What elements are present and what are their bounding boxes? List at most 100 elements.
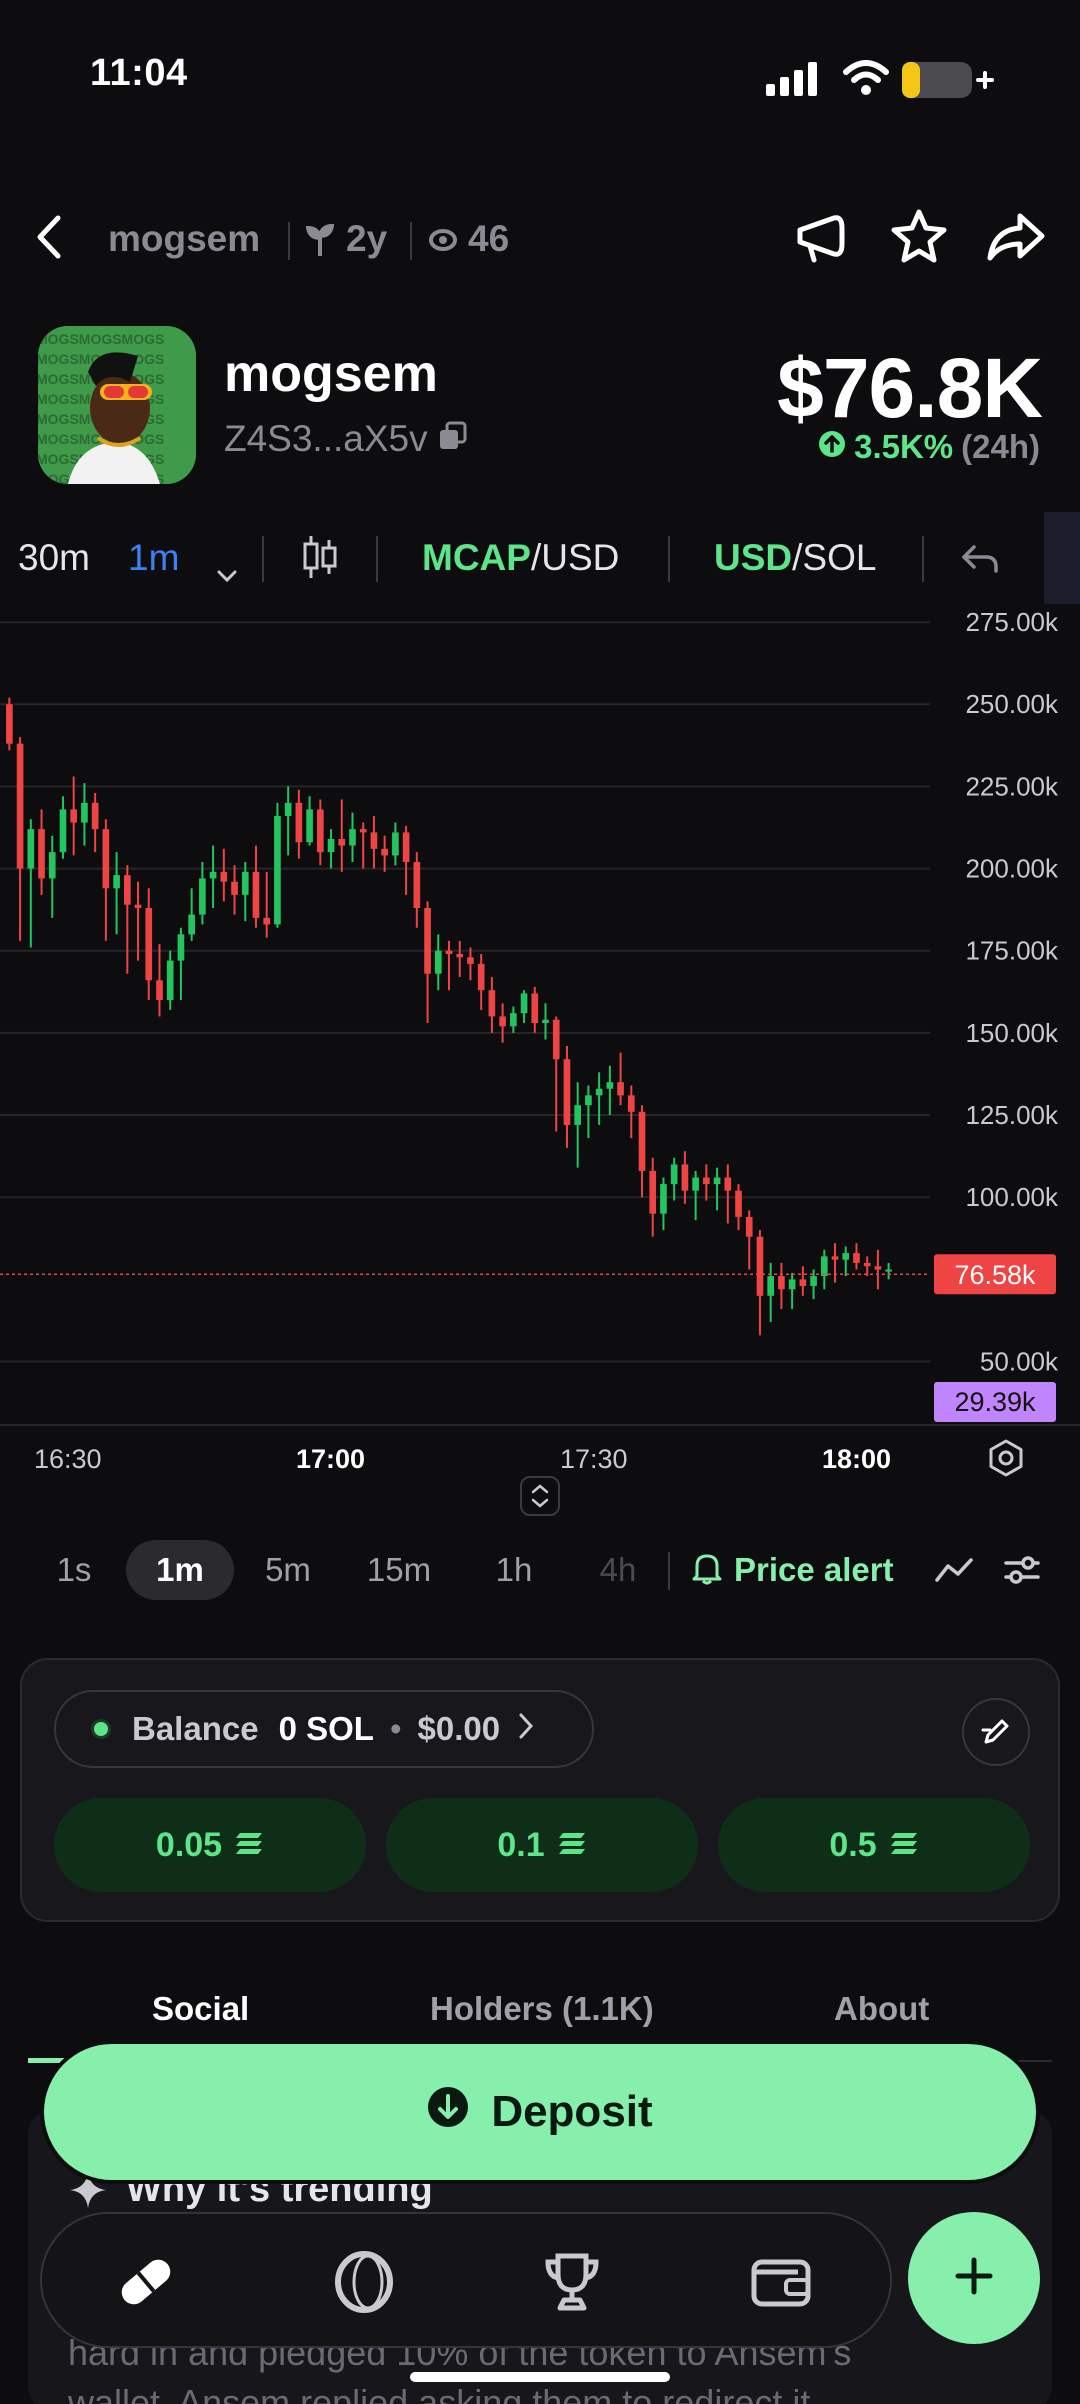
svg-text:MOGSMOGSMOGS: MOGSMOGSMOGS bbox=[38, 331, 164, 347]
viewer-count: 46 bbox=[468, 218, 510, 259]
candle-body bbox=[778, 1276, 785, 1290]
interval-selector[interactable]: 1m bbox=[128, 537, 179, 579]
edit-presets-button[interactable] bbox=[962, 1698, 1030, 1766]
interval-1s[interactable]: 1s bbox=[44, 1540, 104, 1600]
candle-body bbox=[745, 1216, 753, 1237]
interval-1m[interactable]: 1m bbox=[126, 1540, 234, 1600]
back-button[interactable] bbox=[30, 212, 70, 262]
tab-about[interactable]: About bbox=[834, 1990, 929, 2028]
candle-body bbox=[113, 875, 120, 889]
balance-pill[interactable]: Balance 0 SOL • $0.00 bbox=[54, 1690, 594, 1768]
bell-icon bbox=[692, 1551, 722, 1590]
interval-divider bbox=[668, 1552, 670, 1590]
sprout-icon bbox=[305, 222, 335, 261]
candle bbox=[574, 1082, 581, 1168]
create-button[interactable] bbox=[908, 2212, 1040, 2344]
candle bbox=[799, 1266, 807, 1296]
wallet-icon[interactable] bbox=[750, 2254, 812, 2315]
y-tick: 250.00k bbox=[965, 689, 1059, 719]
candle bbox=[306, 796, 313, 846]
pill-icon[interactable] bbox=[116, 2252, 176, 2317]
toolbar-divider bbox=[376, 536, 378, 582]
y-tick: 125.00k bbox=[965, 1100, 1059, 1130]
candle bbox=[842, 1246, 850, 1277]
buy-preset-button[interactable]: 0.05 bbox=[54, 1798, 366, 1892]
candle bbox=[670, 1157, 678, 1201]
candle-body bbox=[627, 1095, 635, 1112]
interval-15m[interactable]: 15m bbox=[358, 1540, 440, 1600]
candle-body bbox=[499, 1016, 506, 1027]
interval-row: 1s 1m 5m 15m 1h 4h Price alert bbox=[0, 1540, 1080, 1600]
candle bbox=[756, 1230, 764, 1336]
x-tick: 16:30 bbox=[34, 1444, 102, 1474]
interval-5m[interactable]: 5m bbox=[256, 1540, 320, 1600]
tab-holders[interactable]: Holders (1.1K) bbox=[430, 1990, 654, 2028]
candle bbox=[123, 865, 131, 974]
status-dot bbox=[94, 1722, 108, 1736]
candle-body bbox=[467, 957, 474, 964]
candle bbox=[627, 1085, 635, 1139]
candle bbox=[263, 871, 271, 938]
share-icon[interactable] bbox=[986, 212, 1046, 267]
candle bbox=[424, 901, 431, 1024]
buy-amount: 0.1 bbox=[497, 1825, 545, 1864]
balance-sol: 0 SOL bbox=[278, 1710, 374, 1747]
toolbar-divider bbox=[668, 536, 670, 582]
token-address[interactable]: Z4S3...aX5v bbox=[224, 418, 468, 460]
deposit-button[interactable]: Deposit bbox=[44, 2044, 1036, 2180]
mcap-usd-toggle[interactable]: MCAP/USD bbox=[422, 537, 619, 579]
candle-body bbox=[542, 1019, 549, 1024]
candle bbox=[59, 796, 67, 859]
candlestick-icon[interactable] bbox=[302, 532, 338, 591]
buy-preset-button[interactable]: 0.5 bbox=[718, 1798, 1030, 1892]
chart-settings-icon[interactable] bbox=[986, 1438, 1026, 1483]
token-name: mogsem bbox=[224, 345, 438, 403]
candle bbox=[91, 792, 99, 853]
undo-icon[interactable] bbox=[960, 542, 1000, 584]
candle bbox=[477, 954, 485, 1010]
tab-social[interactable]: Social bbox=[152, 1990, 249, 2028]
token-address-text: Z4S3...aX5v bbox=[224, 418, 428, 459]
candle-body bbox=[209, 871, 217, 879]
expand-chart-handle[interactable] bbox=[520, 1476, 560, 1516]
candle bbox=[874, 1249, 882, 1290]
candle-body bbox=[660, 1184, 667, 1214]
interval-4h[interactable]: 4h bbox=[588, 1540, 648, 1600]
candle bbox=[134, 881, 142, 961]
trophy-icon[interactable] bbox=[540, 2250, 604, 2319]
candle-body bbox=[306, 809, 313, 843]
buy-preset-button[interactable]: 0.1 bbox=[386, 1798, 698, 1892]
price-alert-button[interactable]: Price alert bbox=[692, 1540, 894, 1600]
y-tick: 150.00k bbox=[965, 1018, 1059, 1048]
sliders-icon[interactable] bbox=[1004, 1554, 1040, 1591]
candle bbox=[188, 888, 195, 941]
change-percent: 3.5K% bbox=[854, 428, 954, 465]
candle bbox=[27, 819, 35, 948]
candle-body bbox=[713, 1177, 721, 1185]
range-selector[interactable]: 30m bbox=[18, 537, 90, 579]
copy-icon[interactable] bbox=[438, 418, 468, 460]
usd-sol-toggle[interactable]: USD/SOL bbox=[714, 537, 876, 579]
candle bbox=[156, 944, 163, 1017]
candle bbox=[660, 1177, 667, 1231]
current-price-label: 76.58k bbox=[954, 1260, 1036, 1290]
candle-body bbox=[456, 954, 464, 958]
candle-body bbox=[359, 829, 367, 833]
candle bbox=[778, 1262, 785, 1309]
chevron-down-icon[interactable] bbox=[216, 550, 238, 592]
candle bbox=[563, 1046, 571, 1148]
sol-label: /SOL bbox=[792, 537, 877, 578]
interval-1h[interactable]: 1h bbox=[484, 1540, 544, 1600]
line-chart-icon[interactable] bbox=[934, 1554, 974, 1591]
candle-body bbox=[295, 802, 303, 843]
bottom-nav bbox=[40, 2212, 892, 2348]
star-icon[interactable] bbox=[890, 208, 948, 269]
candle bbox=[6, 697, 13, 751]
y-tick: 50.00k bbox=[980, 1347, 1059, 1377]
price-chart[interactable]: 275.00k 250.00k 225.00k 200.00k 175.00k 150.0… bbox=[0, 604, 1080, 1424]
megaphone-icon[interactable] bbox=[794, 210, 850, 271]
candle-body bbox=[177, 934, 185, 961]
candle-body bbox=[810, 1276, 817, 1286]
circle-icon[interactable] bbox=[332, 2250, 396, 2319]
candle bbox=[177, 927, 185, 1001]
